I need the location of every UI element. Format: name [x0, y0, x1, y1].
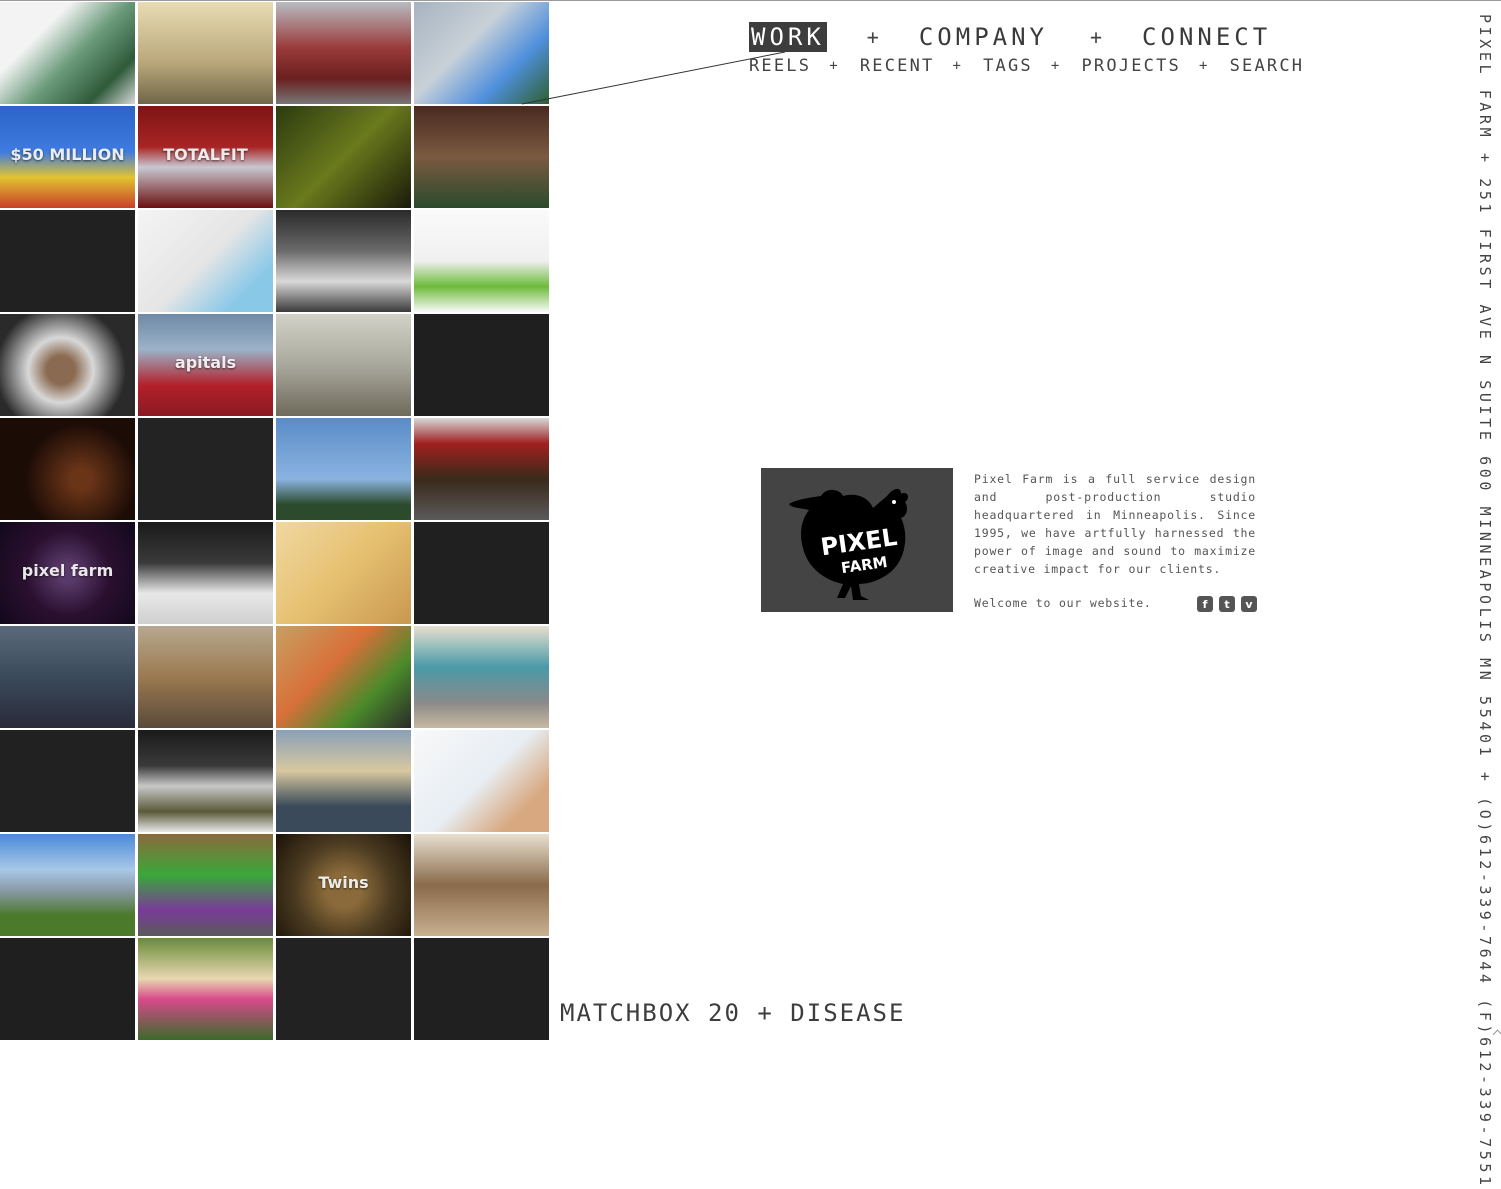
vimeo-icon[interactable]: v — [1241, 596, 1257, 612]
nav-recent[interactable]: RECENT — [860, 56, 935, 76]
nav-separator: + — [952, 58, 964, 74]
nav-work[interactable]: WORK — [749, 22, 827, 52]
pixel-farm-logo: PIXEL FARM — [761, 468, 953, 612]
nav-pointer-line — [521, 51, 786, 105]
nav-projects[interactable]: PROJECTS — [1081, 56, 1180, 76]
main-navigation: WORK + COMPANY + CONNECT REELS + RECENT … — [749, 22, 1302, 76]
nav-connect[interactable]: CONNECT — [1140, 22, 1273, 52]
nav-separator: + — [829, 58, 840, 74]
about-description: Pixel Farm is a full service design and … — [974, 472, 1256, 576]
primary-nav: WORK + COMPANY + CONNECT — [749, 22, 1273, 52]
nav-company[interactable]: COMPANY — [917, 22, 1050, 52]
nav-reels[interactable]: REELS — [749, 56, 811, 76]
hover-caption: MATCHBOX 20 + DISEASE — [560, 999, 906, 1027]
nav-separator: + — [1198, 58, 1210, 74]
welcome-text: Welcome to our website. — [974, 596, 1152, 610]
nav-separator: + — [1050, 58, 1062, 74]
nav-separator: + — [1090, 25, 1107, 49]
social-links: f t v — [1197, 596, 1257, 612]
twitter-icon[interactable]: t — [1219, 596, 1235, 612]
address-sidebar: PIXEL FARM + 251 FIRST AVE N SUITE 600 M… — [1476, 14, 1494, 1189]
nav-separator: + — [866, 25, 883, 49]
nav-tags[interactable]: TAGS — [983, 56, 1033, 76]
facebook-icon[interactable]: f — [1197, 596, 1213, 612]
nav-search[interactable]: SEARCH — [1230, 56, 1305, 76]
secondary-nav: REELS + RECENT + TAGS + PROJECTS + SEARC… — [749, 56, 1304, 76]
